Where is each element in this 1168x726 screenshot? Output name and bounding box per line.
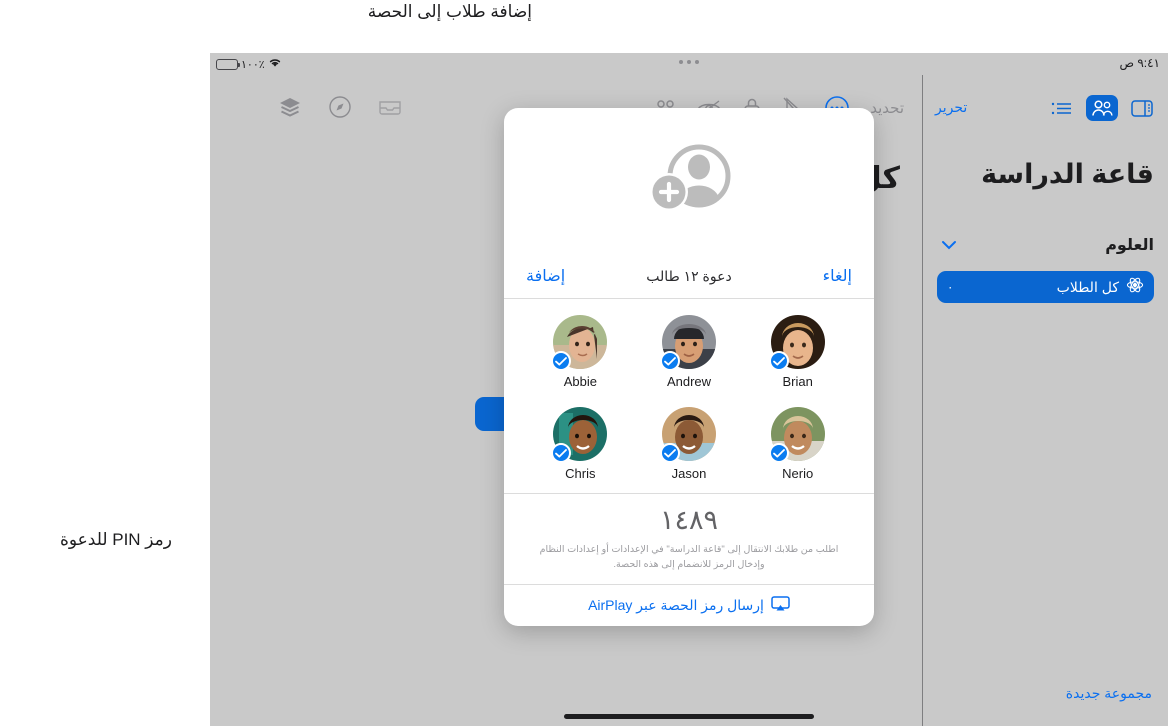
student-name: Chris (565, 466, 596, 481)
wifi-icon (268, 55, 282, 73)
student-cell[interactable]: Andrew (635, 315, 744, 389)
send-code-airplay-button[interactable]: إرسال رمز الحصة عبر AirPlay (504, 583, 874, 626)
student-name: Brian (782, 374, 813, 389)
sidebar-item-count-badge: ٠ (947, 280, 954, 294)
new-group-button[interactable]: مجموعة جديدة (1066, 685, 1152, 702)
sidebar-item-label: كل الطلاب (1056, 278, 1119, 295)
cancel-button[interactable]: إلغاء (823, 266, 852, 286)
sidebar-edit-button[interactable]: تحرير (935, 99, 967, 116)
send-code-airplay-label: إرسال رمز الحصة عبر AirPlay (588, 596, 764, 613)
dialog-hero (504, 108, 874, 255)
layers-stack-icon[interactable] (278, 96, 302, 118)
callout-label-invite-pin: رمز PIN للدعوة (59, 530, 172, 549)
invite-pin-caption: اطلب من طلابك الانتقال إلى "قاعة الدراسة… (539, 544, 839, 570)
student-cell[interactable]: Chris (526, 407, 635, 481)
student-cell[interactable]: Nerio (743, 407, 852, 481)
battery-percent-label: ٪١٠٠ (241, 58, 265, 71)
invite-pin-code: ١٤٨٩ (659, 505, 718, 535)
callout-label-add-students: إضافة طلاب إلى الحصة (367, 2, 532, 21)
dialog-title: دعوة ١٢ طالب (646, 268, 732, 284)
person-badge-plus-icon (643, 140, 735, 223)
status-bar-indicators: ٪١٠٠ (216, 55, 282, 73)
sidebar-group-header[interactable]: العلوم (937, 235, 1154, 257)
avatar[interactable] (551, 407, 608, 463)
student-name: Jason (671, 466, 707, 481)
dialog-action-bar: إضافة دعوة ١٢ طالب إلغاء (504, 255, 874, 299)
sidebar-title: قاعة الدراسة (981, 159, 1154, 189)
tablet-screen: ٩:٤١ ص ٪١٠٠ تحديد كل تحرير قاعة الدراسة … (210, 53, 1168, 726)
status-bar: ٩:٤١ ص ٪١٠٠ (210, 53, 1168, 75)
avatar[interactable] (768, 315, 825, 371)
selected-check-icon (768, 351, 789, 371)
two-people-icon[interactable] (1086, 95, 1118, 121)
toolbar-app-shortcuts (278, 95, 402, 119)
sidebar-view-switcher (1046, 95, 1158, 121)
student-name: Andrew (666, 374, 712, 389)
select-button[interactable]: تحديد (870, 99, 904, 117)
selected-check-icon (660, 351, 681, 371)
multitask-dots-icon[interactable] (679, 60, 699, 64)
student-grid: Brian Andrew Abbie Nerio Jason Chris (504, 299, 874, 493)
sidebar: تحرير قاعة الدراسة العلوم كل الطلاب ٠ مج… (923, 75, 1168, 726)
avatar[interactable] (660, 407, 717, 463)
avatar[interactable] (660, 315, 717, 371)
inbox-tray-icon[interactable] (378, 97, 402, 117)
student-name: Abbie (563, 374, 597, 389)
sidebar-item-all-students[interactable]: كل الطلاب ٠ (937, 271, 1154, 303)
status-bar-time: ٩:٤١ ص (1119, 56, 1160, 70)
airplay-icon (771, 596, 790, 615)
battery-full-icon (216, 58, 240, 70)
list-bullet-icon[interactable] (1046, 95, 1078, 121)
student-name: Nerio (782, 466, 814, 481)
student-cell[interactable]: Abbie (526, 315, 635, 389)
selected-check-icon (768, 443, 789, 463)
atom-icon (1126, 276, 1144, 299)
chevron-down-icon[interactable] (941, 237, 957, 255)
invite-students-dialog: إضافة دعوة ١٢ طالب إلغاء Brian Andrew Ab… (504, 108, 874, 626)
sidebar-panel-icon[interactable] (1126, 95, 1158, 121)
sidebar-group-label: العلوم (1105, 237, 1154, 254)
avatar[interactable] (551, 315, 608, 371)
home-indicator[interactable] (564, 714, 814, 719)
student-cell[interactable]: Jason (635, 407, 744, 481)
safari-compass-icon[interactable] (328, 95, 352, 119)
sidebar-toolbar: تحرير (923, 95, 1168, 129)
selected-check-icon (660, 443, 681, 463)
avatar[interactable] (768, 407, 825, 463)
student-cell[interactable]: Brian (743, 315, 852, 389)
invite-pin-section: ١٤٨٩ اطلب من طلابك الانتقال إلى "قاعة ال… (504, 493, 874, 584)
